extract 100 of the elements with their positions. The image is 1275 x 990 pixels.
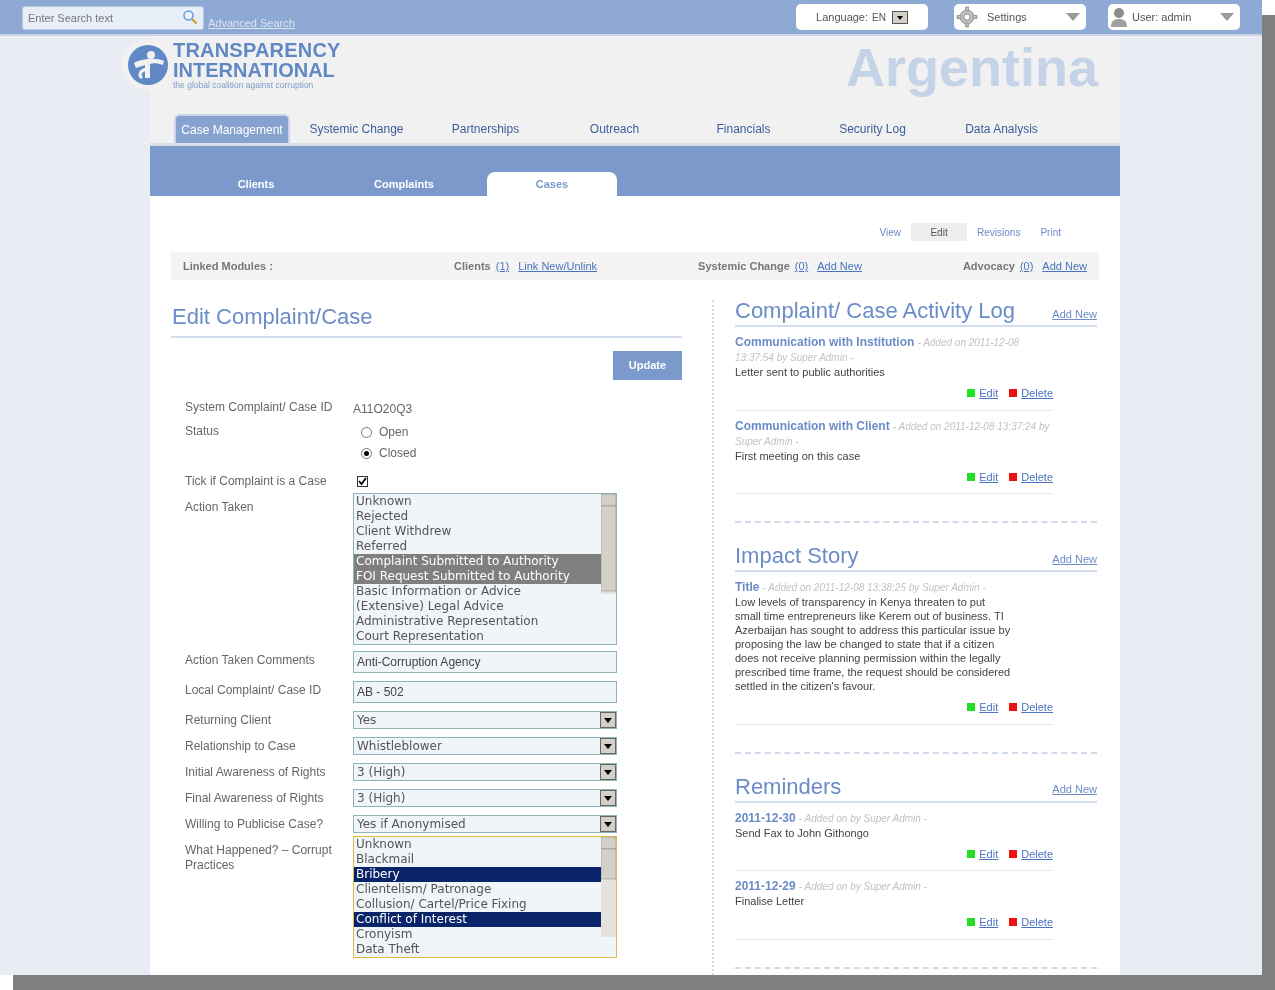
form-title: Edit Complaint/Case [171, 300, 682, 338]
module-link[interactable]: Add New [1042, 257, 1087, 275]
module-count-link[interactable]: (0) [794, 257, 809, 275]
search-field[interactable]: Enter Search text [22, 6, 204, 30]
select-field[interactable]: 3 (High) [353, 789, 617, 807]
caret-icon [1220, 13, 1234, 21]
select-field[interactable]: Yes if Anonymised [353, 815, 617, 833]
module-link[interactable]: Add New [817, 257, 862, 275]
list-option[interactable]: Unknown [354, 494, 601, 509]
field-label: Final Awareness of Rights [185, 791, 325, 806]
nav-tab[interactable]: Financials [681, 114, 806, 143]
add-new-link[interactable]: Add New [1052, 781, 1097, 798]
list-option[interactable]: Complaint Submitted to Authority [354, 554, 601, 569]
module-link[interactable]: Link New/Unlink [518, 257, 598, 275]
section-title: Impact Story [735, 545, 859, 567]
edit-link[interactable]: Edit [979, 385, 999, 402]
list-option[interactable]: Collusion/ Cartel/Price Fixing [354, 897, 601, 912]
field-label: Action Taken Comments [185, 653, 316, 668]
delete-link[interactable]: Delete [1021, 914, 1053, 931]
add-new-link[interactable]: Add New [1052, 305, 1097, 322]
view-tab[interactable]: Edit [911, 223, 968, 241]
list-option[interactable]: Court Representation [354, 629, 601, 644]
edit-link[interactable]: Edit [979, 914, 999, 931]
field-label: Tick if Complaint is a Case [185, 474, 328, 489]
entry-text: Low levels of transparency in Kenya threaten to put small time entrepreneurs like Kerem out of business. TI Azerbaijan has sought to address this particular issue by proposing the law be changed to state that if a citizen does not receive planning permission within the legally prescribed time frame, the request should be considered settled in the citizen's favour. [735, 595, 1012, 693]
field-label: System Complaint/ Case ID [185, 400, 334, 415]
logo-title: INTERNATIONAL [173, 60, 336, 80]
text-input[interactable]: Anti-Corruption Agency [353, 651, 617, 673]
caret-icon [1066, 13, 1080, 21]
radio-button[interactable] [361, 448, 372, 459]
list-option[interactable]: Referred [354, 539, 601, 554]
nav-tab[interactable]: Partnerships [423, 114, 548, 143]
edit-marker-icon [967, 849, 976, 858]
scrollbar[interactable] [601, 494, 616, 594]
select-field[interactable]: 3 (High) [353, 763, 617, 781]
view-tab[interactable]: Revisions [967, 223, 1031, 241]
list-option[interactable]: Administrative Representation [354, 614, 601, 629]
list-option[interactable]: Conflict of Interest [354, 912, 601, 927]
field-label: Relationship to Case [185, 739, 297, 754]
radio-label: Open [379, 425, 409, 440]
delete-marker-icon [1009, 918, 1018, 927]
delete-link[interactable]: Delete [1021, 468, 1053, 485]
field-label: Initial Awareness of Rights [185, 765, 327, 780]
field-label: Action Taken [185, 500, 255, 515]
list-option[interactable]: Data Theft [354, 942, 601, 957]
logo-tagline: the global coalition against corruption [173, 81, 315, 90]
settings-menu[interactable]: Settings [954, 4, 1086, 30]
language-selector[interactable]: Language: EN [796, 4, 928, 30]
nav-tab[interactable]: Data Analysis [939, 114, 1064, 143]
list-option[interactable]: Rejected [354, 509, 601, 524]
logo-title: TRANSPARENCY [173, 40, 341, 60]
listbox[interactable]: Unknown Blackmail Bribery Clientelism/ Patronage Collusion/ Cartel/Price Fixing Conflict of Interest Cronyism Data Theft [353, 836, 617, 958]
radio-button[interactable] [361, 427, 372, 438]
module-name: Advocacy [962, 258, 1015, 274]
entry-text: Send Fax to John Githongo [735, 825, 870, 840]
select-field[interactable]: Whistleblower [353, 737, 617, 755]
listbox[interactable] [353, 493, 617, 645]
field-value: A11O20Q3 [353, 402, 413, 416]
delete-link[interactable]: Delete [1021, 845, 1053, 862]
module-count-link[interactable]: (0) [1019, 257, 1034, 275]
list-option[interactable]: Blackmail [354, 852, 601, 867]
edit-marker-icon [967, 472, 976, 481]
user-menu[interactable]: User: admin [1108, 4, 1240, 30]
field-label: Local Complaint/ Case ID [185, 683, 323, 698]
list-option[interactable]: (Extensive) Legal Advice [354, 599, 601, 614]
list-option[interactable]: FOI Request Submitted to Authority [354, 569, 601, 584]
delete-marker-icon [1009, 849, 1018, 858]
list-option[interactable]: Cronyism [354, 927, 601, 942]
linked-modules-label: Linked Modules : [183, 258, 274, 274]
list-option[interactable]: Bribery [354, 867, 601, 882]
entry-text: Letter sent to public authorities [735, 365, 886, 379]
list-option[interactable]: Basic Information or Advice [354, 584, 601, 599]
delete-link[interactable]: Delete [1021, 385, 1053, 402]
entry-text: Finalise Letter [735, 894, 806, 908]
language-label: Language: [816, 9, 869, 25]
list-option[interactable]: Clientelism/ Patronage [354, 882, 601, 897]
list-option[interactable]: Client Withdrew [354, 524, 601, 539]
view-tab[interactable]: Print [1030, 223, 1071, 241]
checkbox[interactable] [357, 476, 368, 487]
scrollbar[interactable] [601, 837, 616, 937]
module-name: Clients [454, 258, 491, 274]
edit-link[interactable]: Edit [979, 699, 999, 716]
radio-label: Closed [379, 446, 417, 461]
field-label: Returning Client [185, 713, 273, 728]
edit-marker-icon [967, 389, 976, 398]
delete-marker-icon [1009, 389, 1018, 398]
edit-link[interactable]: Edit [979, 845, 999, 862]
text-input[interactable]: AB - 502 [353, 681, 617, 703]
gear-icon [956, 6, 978, 28]
nav-tab[interactable]: Security Log [810, 114, 935, 143]
add-new-link[interactable]: Add New [1052, 550, 1097, 567]
edit-marker-icon [967, 918, 976, 927]
nav-tab[interactable]: Systemic Change [294, 114, 419, 143]
nav-tab[interactable]: Outreach [552, 114, 677, 143]
view-tab[interactable]: View [869, 223, 912, 241]
edit-link[interactable]: Edit [979, 468, 999, 485]
list-option[interactable]: Unknown [354, 837, 601, 852]
module-count-link[interactable]: (1) [495, 257, 510, 275]
delete-link[interactable]: Delete [1021, 699, 1053, 716]
select-field[interactable]: Yes [353, 711, 617, 729]
